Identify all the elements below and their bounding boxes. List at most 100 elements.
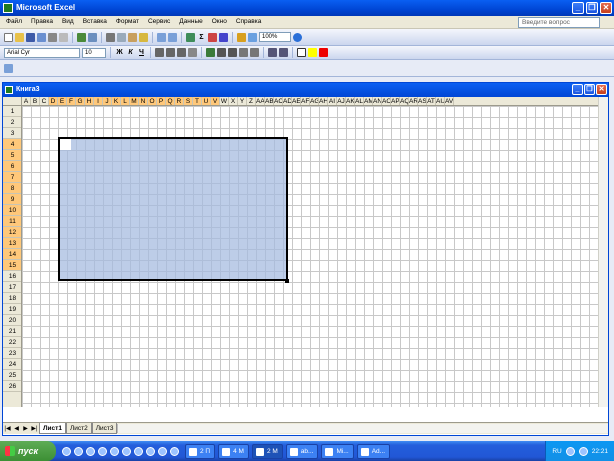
row-header[interactable]: 10 [3, 205, 21, 216]
column-header[interactable]: D [49, 97, 58, 105]
vertical-scrollbar[interactable] [598, 97, 608, 407]
quicklaunch-icon[interactable] [86, 446, 95, 456]
column-header[interactable]: AF [301, 97, 310, 105]
language-indicator[interactable]: RU [552, 448, 561, 455]
menu-item[interactable]: Справка [236, 16, 262, 28]
column-header[interactable]: AT [427, 97, 436, 105]
quicklaunch-icon[interactable] [98, 446, 107, 456]
sort-descending-icon[interactable] [219, 32, 228, 42]
row-header[interactable]: 2 [3, 117, 21, 128]
column-header[interactable]: AD [283, 97, 292, 105]
row-header[interactable]: 26 [3, 381, 21, 392]
italic-button[interactable]: К [126, 49, 135, 56]
row-header[interactable]: 24 [3, 359, 21, 370]
column-header[interactable]: C [40, 97, 49, 105]
column-header[interactable]: M [130, 97, 139, 105]
cut-icon[interactable] [106, 32, 115, 42]
workbook-restore-button[interactable]: ❐ [584, 84, 595, 95]
taskbar-button[interactable]: Mi... [321, 443, 354, 459]
menu-item[interactable]: Данные [179, 16, 202, 28]
currency-icon[interactable] [206, 48, 215, 57]
row-header[interactable]: 23 [3, 348, 21, 359]
last-sheet-icon[interactable]: ▶| [30, 425, 39, 432]
quicklaunch-icon[interactable] [62, 446, 71, 456]
autosum-icon[interactable]: Σ [197, 34, 206, 41]
quicklaunch-icon[interactable] [146, 446, 155, 456]
align-right-icon[interactable] [177, 48, 186, 57]
column-header[interactable]: R [175, 97, 184, 105]
column-header[interactable]: AS [418, 97, 427, 105]
column-header[interactable]: E [58, 97, 67, 105]
quicklaunch-icon[interactable] [158, 446, 167, 456]
row-header[interactable]: 20 [3, 315, 21, 326]
menu-item[interactable]: Файл [6, 16, 22, 28]
column-header[interactable]: AM [364, 97, 373, 105]
column-header[interactable]: F [67, 97, 76, 105]
row-header[interactable]: 19 [3, 304, 21, 315]
align-center-icon[interactable] [166, 48, 175, 57]
column-header[interactable]: AP [391, 97, 400, 105]
menu-item[interactable]: Правка [31, 16, 53, 28]
column-header[interactable]: W [220, 97, 229, 105]
tray-icon[interactable] [578, 446, 588, 456]
horizontal-scrollbar[interactable] [117, 424, 608, 433]
increase-decimal-icon[interactable] [239, 48, 248, 57]
column-header[interactable]: AA [256, 97, 265, 105]
font-name-select[interactable]: Arial Cyr [4, 47, 80, 58]
research-icon[interactable] [88, 32, 97, 42]
column-header[interactable]: T [193, 97, 202, 105]
redo-icon[interactable] [168, 32, 177, 42]
next-sheet-icon[interactable]: ▶ [21, 425, 30, 432]
help-icon[interactable] [293, 32, 302, 42]
column-header[interactable]: AV [445, 97, 454, 105]
column-header[interactable]: Z [247, 97, 256, 105]
spelling-icon[interactable] [77, 32, 86, 42]
sheet-tab[interactable]: Лист1 [39, 423, 66, 434]
column-header[interactable]: U [202, 97, 211, 105]
first-sheet-icon[interactable]: |◀ [3, 425, 12, 432]
column-header[interactable]: B [31, 97, 40, 105]
workbook-minimize-button[interactable]: _ [572, 84, 583, 95]
column-header[interactable]: AR [409, 97, 418, 105]
column-header[interactable]: AU [436, 97, 445, 105]
row-header[interactable]: 5 [3, 150, 21, 161]
taskbar-button[interactable]: 4 М [218, 443, 249, 459]
toolbar-icon[interactable] [4, 63, 13, 73]
column-header[interactable]: AN [373, 97, 382, 105]
quicklaunch-icon[interactable] [134, 446, 143, 456]
active-cell[interactable] [60, 139, 71, 150]
title-bar[interactable]: Microsoft Excel _ ❐ ✕ [0, 0, 614, 16]
menu-item[interactable]: Формат [116, 16, 139, 28]
taskbar-button[interactable]: 2 М [251, 443, 283, 459]
quicklaunch-icon[interactable] [74, 446, 83, 456]
menu-item[interactable]: Вид [62, 16, 74, 28]
minimize-button[interactable]: _ [572, 2, 584, 14]
row-header[interactable]: 9 [3, 194, 21, 205]
row-header[interactable]: 6 [3, 161, 21, 172]
column-header[interactable]: Y [238, 97, 247, 105]
fill-color-icon[interactable] [308, 48, 317, 57]
merge-center-icon[interactable] [188, 48, 197, 57]
column-header[interactable]: AQ [400, 97, 409, 105]
column-header[interactable]: I [94, 97, 103, 105]
quicklaunch-icon[interactable] [110, 446, 119, 456]
chart-wizard-icon[interactable] [237, 32, 246, 42]
print-icon[interactable] [48, 32, 57, 42]
paste-icon[interactable] [128, 32, 137, 42]
font-color-icon[interactable] [319, 48, 328, 57]
permission-icon[interactable] [37, 32, 46, 42]
percent-icon[interactable] [217, 48, 226, 57]
copy-icon[interactable] [117, 32, 126, 42]
ask-question-input[interactable]: Введите вопрос [518, 17, 600, 28]
row-header[interactable]: 17 [3, 282, 21, 293]
column-header[interactable]: AK [346, 97, 355, 105]
open-icon[interactable] [15, 32, 24, 42]
row-header[interactable]: 1 [3, 106, 21, 117]
column-header[interactable]: AL [355, 97, 364, 105]
taskbar-button[interactable]: 2 П [185, 443, 216, 459]
column-header[interactable]: AI [328, 97, 337, 105]
row-header[interactable]: 8 [3, 183, 21, 194]
column-header[interactable]: J [103, 97, 112, 105]
row-header[interactable]: 3 [3, 128, 21, 139]
format-painter-icon[interactable] [139, 32, 148, 42]
